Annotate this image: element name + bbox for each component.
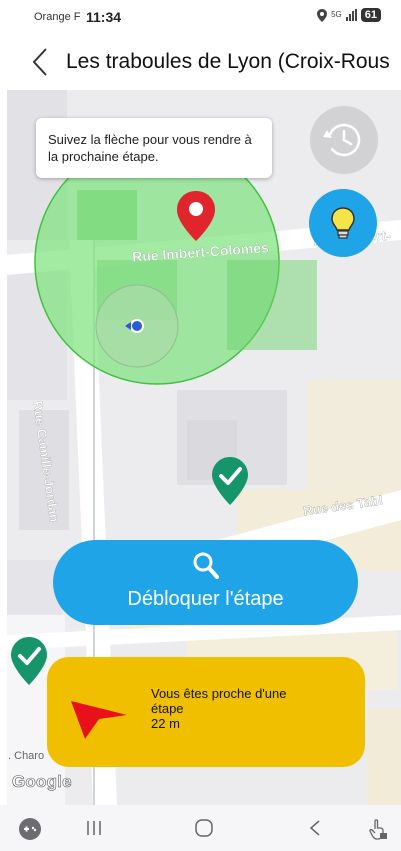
proximity-message: Vous êtes proche d'une étape 22 m [151,686,351,731]
signal-icon [345,9,357,21]
page-title: Les traboules de Lyon (Croix-Rous [66,50,390,73]
destination-marker-icon[interactable] [175,190,217,242]
battery-level: 61 [360,8,381,22]
completed-step-marker-icon-2[interactable] [10,636,48,686]
carrier-name: Orange F [34,11,81,23]
back-button[interactable] [28,46,58,78]
status-time: 11:34 [86,9,122,25]
completed-step-marker-icon[interactable] [211,456,249,506]
proximity-message-line1: Vous êtes proche d'une [151,686,287,701]
direction-arrow-icon [71,701,127,739]
direction-tooltip: Suivez la flèche pour vous rendre à la p… [36,118,272,178]
back-nav-icon[interactable] [305,817,325,839]
system-nav-bar [0,805,401,851]
network-type: 5G [331,10,342,19]
history-icon [323,123,361,157]
proximity-card: Vous êtes proche d'une étape 22 m [47,657,365,767]
status-icons: 5G 61 [317,8,381,22]
street-label-charo-text: Charo [14,750,45,762]
gesture-lock-icon[interactable] [368,817,388,841]
lightbulb-icon [331,207,355,239]
app-header: Les traboules de Lyon (Croix-Rous [0,36,401,90]
location-icon [317,8,328,22]
history-button[interactable] [310,106,378,174]
unlock-step-label: Débloquer l'étape [127,588,284,610]
home-icon[interactable] [193,817,215,839]
status-bar: Orange F 11:34 5G 61 [0,0,401,36]
game-controller-icon[interactable] [18,817,42,841]
proximity-message-line2: étape [151,701,184,716]
chevron-left-icon [32,48,47,76]
google-logo: Google [12,772,72,792]
search-icon [193,552,219,579]
unlock-step-button[interactable]: Débloquer l'étape [53,540,358,625]
hint-button[interactable] [309,189,377,257]
proximity-distance: 22 m [151,716,180,731]
street-label-charo: . Charo [8,750,45,762]
recent-apps-icon[interactable] [84,817,104,839]
